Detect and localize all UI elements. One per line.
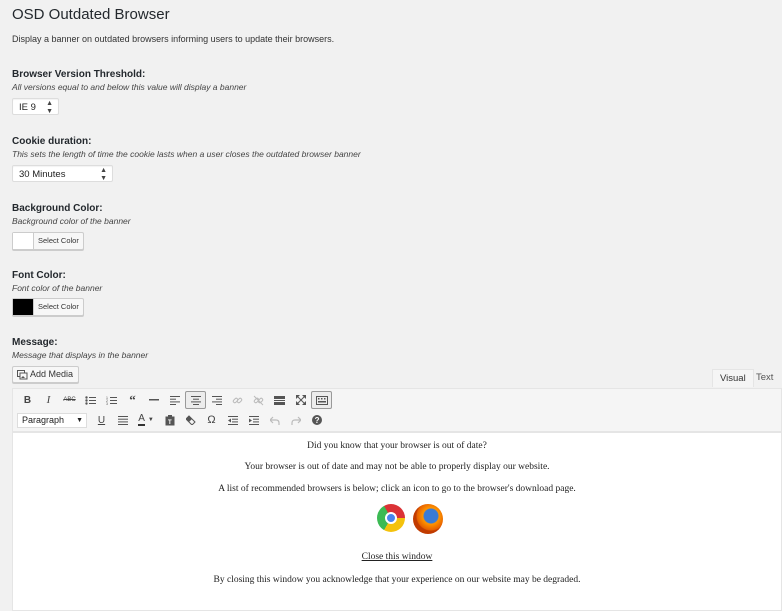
link-icon[interactable] <box>227 391 248 409</box>
paste-text-icon[interactable]: T <box>159 411 180 429</box>
cookie-label: Cookie duration: <box>12 136 92 147</box>
message-line-2: Your browser is out of date and may not … <box>244 462 550 472</box>
italic-icon[interactable]: I <box>38 391 59 409</box>
select-arrows-icon: ▲ ▼ <box>100 167 107 182</box>
toolbar-toggle-icon[interactable] <box>311 391 332 409</box>
unlink-icon[interactable] <box>248 391 269 409</box>
font-color-label: Font Color: <box>12 270 66 281</box>
firefox-icon[interactable] <box>413 504 443 534</box>
message-label: Message: <box>12 337 58 348</box>
format-select-value: Paragraph <box>22 414 65 425</box>
threshold-label: Browser Version Threshold: <box>12 69 146 80</box>
align-right-icon[interactable] <box>206 391 227 409</box>
message-help: Message that displays in the banner <box>12 350 149 360</box>
clear-formatting-icon[interactable] <box>180 411 201 429</box>
chevron-down-icon: ▼ <box>76 416 83 424</box>
close-window-line: Close this window <box>13 552 781 562</box>
align-center-icon[interactable] <box>185 391 206 409</box>
blockquote-icon[interactable]: “ <box>122 391 143 409</box>
font-color-picker[interactable]: Select Color <box>12 298 84 316</box>
chrome-icon[interactable] <box>377 504 405 532</box>
cookie-select-value: 30 Minutes <box>19 169 66 180</box>
horizontal-line-icon[interactable] <box>143 391 164 409</box>
message-line-4: By closing this window you acknowledge t… <box>213 575 581 585</box>
editor-toolbar: B I ABC 123 “ Paragraph ▼ U A ▼ T Ω ? <box>12 388 782 432</box>
bg-color-label: Background Color: <box>12 203 103 214</box>
cookie-select[interactable]: 30 Minutes ▲ ▼ <box>12 165 113 182</box>
bg-color-swatch[interactable] <box>13 233 34 249</box>
redo-icon[interactable] <box>285 411 306 429</box>
select-arrows-icon: ▲ ▼ <box>46 100 53 115</box>
undo-icon[interactable] <box>264 411 285 429</box>
add-media-button[interactable]: Add Media <box>12 366 80 383</box>
threshold-select-value: IE 9 <box>19 102 36 113</box>
font-color-help: Font color of the banner <box>12 283 103 293</box>
format-select[interactable]: Paragraph ▼ <box>17 412 87 428</box>
fullscreen-icon[interactable] <box>290 391 311 409</box>
numbered-list-icon[interactable]: 123 <box>101 391 122 409</box>
font-select-color-button[interactable]: Select Color <box>34 299 83 315</box>
toolbar-row-1: B I ABC 123 “ <box>17 391 332 409</box>
page-description: Display a banner on outdated browsers in… <box>12 34 335 44</box>
tab-text[interactable]: Text <box>749 369 780 387</box>
editor-content[interactable]: Did you know that your browser is out of… <box>12 432 782 611</box>
font-color-swatch[interactable] <box>13 299 34 315</box>
browser-icons <box>377 504 443 534</box>
close-window-link[interactable]: Close this window <box>362 552 433 562</box>
align-left-icon[interactable] <box>164 391 185 409</box>
media-icon <box>17 370 28 380</box>
threshold-select[interactable]: IE 9 ▲ ▼ <box>12 98 59 115</box>
help-icon[interactable]: ? <box>306 411 327 429</box>
cookie-help: This sets the length of time the cookie … <box>12 149 361 159</box>
special-character-icon[interactable]: Ω <box>201 411 222 429</box>
threshold-help: All versions equal to and below this val… <box>12 82 247 92</box>
tab-visual[interactable]: Visual <box>712 369 754 387</box>
bullet-list-icon[interactable] <box>80 391 101 409</box>
text-color-icon[interactable]: A ▼ <box>133 411 159 429</box>
underline-icon[interactable]: U <box>91 411 112 429</box>
bg-select-color-button[interactable]: Select Color <box>34 233 83 249</box>
add-media-label: Add Media <box>30 369 74 379</box>
indent-icon[interactable] <box>243 411 264 429</box>
read-more-icon[interactable] <box>269 391 290 409</box>
bg-color-picker[interactable]: Select Color <box>12 232 84 250</box>
svg-text:3: 3 <box>106 402 108 405</box>
message-line-3: A list of recommended browsers is below;… <box>218 484 576 494</box>
page-title: OSD Outdated Browser <box>12 6 170 23</box>
svg-text:?: ? <box>314 416 319 425</box>
justify-icon[interactable] <box>112 411 133 429</box>
bg-color-help: Background color of the banner <box>12 216 131 226</box>
message-line-1: Did you know that your browser is out of… <box>307 441 487 451</box>
bold-icon[interactable]: B <box>17 391 38 409</box>
strikethrough-icon[interactable]: ABC <box>59 391 80 409</box>
outdent-icon[interactable] <box>222 411 243 429</box>
svg-text:T: T <box>168 420 172 426</box>
toolbar-row-2: Paragraph ▼ U A ▼ T Ω ? <box>17 411 327 429</box>
